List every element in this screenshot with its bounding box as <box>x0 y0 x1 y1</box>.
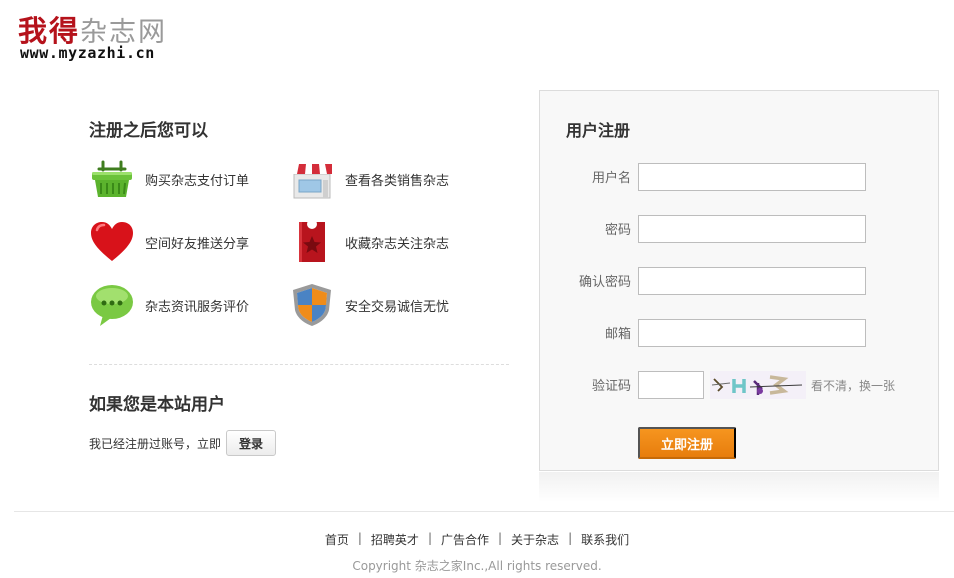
storefront-icon <box>289 156 335 202</box>
member-title: 如果您是本站用户 <box>89 395 225 415</box>
footer-nav: 首页 | 招聘英才 | 广告合作 | 关于杂志 | 联系我们 <box>0 531 954 548</box>
benefit-label: 空间好友推送分享 <box>145 236 250 252</box>
chat-bubble-icon <box>89 282 135 328</box>
captcha-label: 验证码 <box>591 379 631 394</box>
benefit-item-favorite: 收藏杂志关注杂志 <box>289 217 449 267</box>
password-input[interactable] <box>638 215 866 243</box>
bookmark-ticket-icon <box>289 219 335 265</box>
footer-link-about[interactable]: 关于杂志 <box>511 531 559 548</box>
footer-separator: | <box>357 531 362 545</box>
member-login-row: 我已经注册过账号，立即 登录 <box>89 430 277 456</box>
confirm-password-input[interactable] <box>638 267 866 295</box>
captcha-input[interactable] <box>638 371 704 399</box>
benefit-item-review: 杂志资讯服务评价 <box>89 280 249 330</box>
benefit-label: 收藏杂志关注杂志 <box>345 236 450 252</box>
login-button[interactable]: 登录 <box>226 430 277 456</box>
benefit-item-secure: 安全交易诚信无忧 <box>289 280 449 330</box>
footer-link-home[interactable]: 首页 <box>325 531 349 548</box>
footer-separator: | <box>568 531 573 545</box>
footer-link-careers[interactable]: 招聘英才 <box>371 531 419 548</box>
footer-link-advertising[interactable]: 广告合作 <box>441 531 489 548</box>
benefit-label: 查看各类销售杂志 <box>345 173 450 189</box>
benefit-item-share: 空间好友推送分享 <box>89 217 249 267</box>
username-label: 用户名 <box>591 171 631 186</box>
benefit-label: 安全交易诚信无忧 <box>345 299 450 315</box>
shield-icon <box>289 282 335 328</box>
section-divider <box>89 364 509 365</box>
footer-link-contact[interactable]: 联系我们 <box>581 531 629 548</box>
benefit-item-buy: 购买杂志支付订单 <box>89 154 249 204</box>
email-input[interactable] <box>638 319 866 347</box>
member-prompt: 我已经注册过账号，立即 <box>89 436 222 451</box>
benefit-label: 杂志资讯服务评价 <box>145 299 250 315</box>
footer-separator: | <box>427 531 432 545</box>
logo-url: www.myzazhi.cn <box>20 44 155 62</box>
email-label: 邮箱 <box>604 327 631 342</box>
register-title: 用户注册 <box>566 121 631 140</box>
benefits-title: 注册之后您可以 <box>89 121 208 141</box>
site-logo[interactable]: 我得杂志网 www.myzazhi.cn <box>18 8 198 64</box>
username-input[interactable] <box>638 163 866 191</box>
captcha-refresh-link[interactable]: 看不清，换一张 <box>811 377 895 394</box>
benefit-item-browse: 查看各类销售杂志 <box>289 154 449 204</box>
shopping-basket-icon <box>89 156 135 202</box>
captcha-image[interactable] <box>710 371 806 399</box>
password-label: 密码 <box>604 223 631 238</box>
heart-icon <box>89 219 135 265</box>
register-panel: 用户注册 用户名 密码 确认密码 邮箱 验证码 看不清，换一张 立即注册 <box>539 90 939 471</box>
copyright-text: Copyright 杂志之家Inc.,All rights reserved. <box>352 559 602 573</box>
footer-separator: | <box>498 531 503 545</box>
confirm-password-label: 确认密码 <box>578 275 631 290</box>
logo-brand-red: 我得 <box>18 14 81 48</box>
register-button[interactable]: 立即注册 <box>638 427 736 459</box>
footer-divider <box>14 511 954 512</box>
benefit-label: 购买杂志支付订单 <box>145 173 250 189</box>
register-panel-shadow <box>539 472 939 502</box>
